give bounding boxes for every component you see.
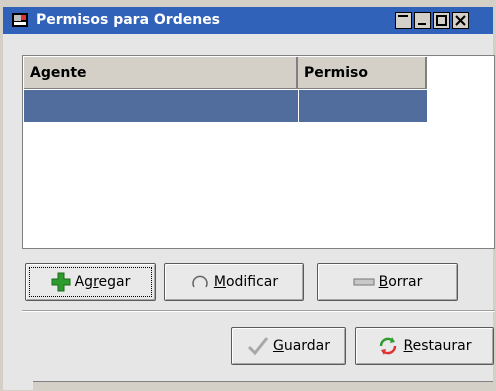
close-button[interactable]: [452, 12, 469, 29]
table-row-cell-agente[interactable]: [24, 90, 298, 122]
plus-icon: [51, 272, 71, 292]
restore-button-label: Restaurar: [403, 338, 472, 354]
delete-button[interactable]: Borrar: [317, 263, 458, 301]
permissions-table[interactable]: Agente Permiso: [22, 55, 495, 249]
separator: [22, 310, 495, 312]
modify-button-label: Modificar: [213, 274, 279, 290]
delete-button-label: Borrar: [378, 274, 423, 290]
close-icon: [455, 15, 466, 26]
minimize-button[interactable]: [414, 12, 431, 29]
maximize-button[interactable]: [433, 12, 450, 29]
app-icon: [12, 13, 28, 27]
restore-arrows-icon: [380, 337, 397, 355]
restore-button-footer[interactable]: Restaurar: [355, 327, 494, 365]
restore-button[interactable]: [395, 12, 412, 29]
maximize-icon: [436, 15, 447, 26]
modify-button[interactable]: Modificar: [164, 263, 304, 301]
table-row-cell-permiso[interactable]: [299, 90, 427, 122]
window-title: Permisos para Ordenes: [36, 12, 221, 28]
restore-icon: [398, 15, 408, 17]
save-button[interactable]: Guardar: [231, 327, 346, 365]
save-button-label: Guardar: [272, 338, 331, 354]
check-icon: [247, 337, 269, 356]
minimize-icon: [418, 23, 426, 25]
add-button-label: Agregar: [74, 274, 131, 290]
column-header-permiso[interactable]: Permiso: [298, 57, 427, 89]
minus-icon: [353, 278, 375, 286]
refresh-icon: [192, 275, 208, 288]
window-titlebar[interactable]: Permisos para Ordenes: [3, 7, 493, 34]
add-button[interactable]: Agregar: [25, 263, 156, 301]
column-header-agente[interactable]: Agente: [24, 57, 298, 89]
